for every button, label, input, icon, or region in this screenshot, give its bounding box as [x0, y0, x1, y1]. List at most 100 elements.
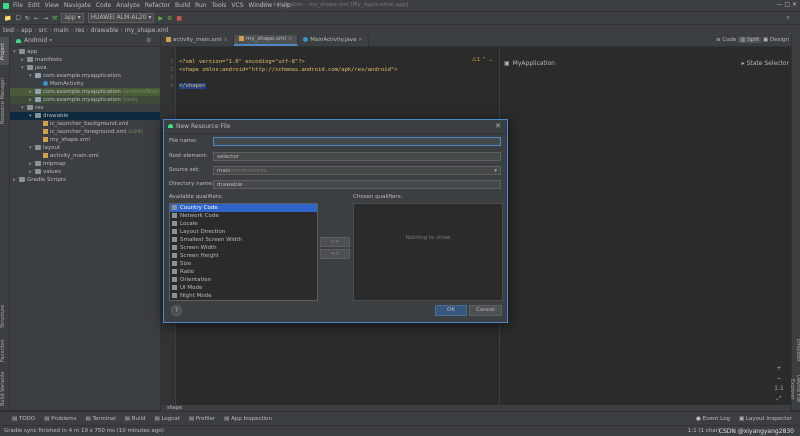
qualifier-item[interactable]: Smallest Screen Width — [170, 236, 317, 244]
qualifier-item[interactable]: Night Mode — [170, 292, 317, 300]
menu-code[interactable]: Code — [96, 2, 111, 9]
qualifier-item[interactable]: Screen Height — [170, 252, 317, 260]
zoom-out-icon[interactable]: − — [773, 374, 785, 384]
save-icon[interactable]: ☐ — [15, 15, 20, 22]
sync-icon[interactable]: ↻ — [25, 15, 30, 22]
debug-icon[interactable]: ⚙ — [167, 15, 172, 22]
add-qualifier-button[interactable]: >> — [320, 237, 350, 247]
tree-item[interactable]: MainActivity — [10, 80, 160, 88]
qualifier-item[interactable]: Country Code — [170, 204, 317, 212]
chosen-qualifiers-list[interactable]: Nothing to show — [353, 203, 503, 301]
view-mode-code[interactable]: ≡ Code — [716, 37, 736, 43]
forward-icon[interactable]: → — [43, 15, 48, 22]
cancel-button[interactable]: Cancel — [469, 305, 502, 316]
editor-tab[interactable]: activity_main.xml × — [161, 35, 235, 46]
breadcrumb-item[interactable]: main — [54, 27, 69, 34]
tree-item[interactable]: ▸ manifests — [10, 56, 160, 64]
root-element-input[interactable]: selector — [213, 152, 501, 161]
window-controls[interactable]: — □ ✕ — [776, 1, 797, 8]
close-icon[interactable]: ✕ — [495, 120, 501, 133]
tree-item[interactable]: ▾ drawable — [10, 112, 160, 120]
tree-item[interactable]: ▾ layout — [10, 144, 160, 152]
bottom-tab-app-inspection[interactable]: ▤ App Inspection — [224, 416, 272, 422]
menu-vcs[interactable]: VCS — [231, 2, 243, 9]
qualifier-item[interactable]: UI Mode — [170, 284, 317, 292]
tool-tab-emulator[interactable]: Emulator — [792, 335, 800, 365]
tree-item[interactable]: ic_launcher_background.xml — [10, 120, 160, 128]
bottom-tab-build[interactable]: ▤ Build — [125, 416, 146, 422]
breadcrumb-item[interactable]: app — [21, 27, 32, 34]
tree-item[interactable]: ▸ com.example.myapplication (androidTest) — [10, 88, 160, 96]
tree-item[interactable]: ▸ com.example.myapplication (test) — [10, 96, 160, 104]
menu-run[interactable]: Run — [195, 2, 207, 9]
menu-edit[interactable]: Edit — [28, 2, 40, 9]
bottom-tab-logcat[interactable]: ▤ Logcat — [155, 416, 180, 422]
tree-item[interactable]: ic_launcher_foreground.xml (v24) — [10, 128, 160, 136]
file-name-input[interactable] — [213, 137, 501, 146]
bottom-tab-problems[interactable]: ▤ Problems — [44, 416, 76, 422]
qualifier-item[interactable]: Ratio — [170, 268, 317, 276]
menu-file[interactable]: File — [13, 2, 23, 9]
tree-item[interactable]: ▸ mipmap — [10, 160, 160, 168]
bottom-tab-terminal[interactable]: ▤ Terminal — [86, 416, 116, 422]
close-icon[interactable]: × — [286, 36, 293, 42]
project-view-select[interactable]: Android ▾ ⚙ — [10, 35, 160, 47]
menu-refactor[interactable]: Refactor — [145, 2, 170, 9]
breadcrumb-item[interactable]: test — [3, 27, 15, 34]
qualifier-item[interactable]: Screen Width — [170, 244, 317, 252]
zoom-reset-icon[interactable]: 1:1 — [773, 384, 785, 394]
view-mode-design[interactable]: ▣ Design — [763, 37, 789, 43]
close-icon[interactable]: × — [222, 37, 228, 43]
tree-item[interactable]: ▾ app — [10, 48, 160, 56]
qualifier-item[interactable]: Size — [170, 260, 317, 268]
bottom-tab-todo[interactable]: ▤ TODO — [12, 416, 35, 422]
run-config-select[interactable]: app ▾ — [61, 13, 84, 23]
event-log-tab[interactable]: ● Event Log — [696, 416, 730, 422]
menu-tools[interactable]: Tools — [212, 2, 227, 9]
qualifier-item[interactable]: Orientation — [170, 276, 317, 284]
help-button[interactable]: ? — [171, 305, 182, 316]
tree-item[interactable]: ▾ java — [10, 64, 160, 72]
tool-tab-device-file-explorer[interactable]: Device File Explorer — [789, 369, 800, 409]
tool-tab-project[interactable]: Project — [0, 37, 9, 65]
available-qualifiers-list[interactable]: Country Code Network Code Locale Layout Dir… — [169, 203, 318, 301]
menu-view[interactable]: View — [45, 2, 59, 9]
directory-name-input[interactable]: drawable — [213, 180, 501, 189]
run-icon[interactable]: ▶ — [158, 15, 163, 22]
breadcrumb-item[interactable]: my_shape.xml — [125, 27, 168, 34]
menu-build[interactable]: Build — [175, 2, 190, 9]
fit-screen-icon[interactable]: ⤢ — [773, 394, 785, 404]
stop-icon[interactable]: ■ — [176, 15, 182, 22]
remove-qualifier-button[interactable]: << — [320, 249, 350, 259]
menu-analyze[interactable]: Analyze — [116, 2, 140, 9]
back-icon[interactable]: ← — [34, 15, 39, 22]
tree-item[interactable]: ▾ com.example.myapplication — [10, 72, 160, 80]
tool-tab-resource-manager[interactable]: Resource Manager — [0, 71, 9, 131]
qualifier-item[interactable]: Layout Direction — [170, 228, 317, 236]
breadcrumb-item[interactable]: src — [39, 27, 48, 34]
source-set-select[interactable]: main src/main/res ▾ — [213, 166, 501, 175]
tree-item[interactable]: activity_main.xml — [10, 152, 160, 160]
open-folder-icon[interactable]: 📁 — [4, 15, 11, 22]
bottom-tab-profiler[interactable]: ▤ Profiler — [189, 416, 215, 422]
breadcrumb-item[interactable]: res — [75, 27, 84, 34]
tree-item[interactable]: ▸ values — [10, 168, 160, 176]
search-icon[interactable]: ⌕ — [787, 14, 790, 22]
editor-tab[interactable]: my_shape.xml × — [234, 35, 299, 46]
tool-tab-structure[interactable]: Structure — [0, 300, 9, 332]
layout-inspector-tab[interactable]: ▣ Layout Inspector — [739, 416, 792, 422]
ok-button[interactable]: OK — [435, 305, 467, 316]
gear-icon[interactable]: ⚙ — [146, 37, 151, 44]
qualifier-item[interactable]: Locale — [170, 220, 317, 228]
device-select[interactable]: HUAWEI ALM-AL20 ▾ — [87, 13, 155, 23]
qualifier-item[interactable]: Network Code — [170, 212, 317, 220]
breadcrumb-item[interactable]: drawable — [91, 27, 119, 34]
close-icon[interactable]: × — [356, 37, 363, 43]
menu-navigate[interactable]: Navigate — [64, 2, 91, 9]
warning-indicator[interactable]: ⚠1 ⌃ ⌄ — [472, 57, 493, 63]
tree-item[interactable]: ▸ Gradle Scripts — [10, 176, 160, 184]
hammer-icon[interactable]: ⚒ — [52, 15, 57, 22]
tree-item[interactable]: my_shape.xml — [10, 136, 160, 144]
zoom-in-icon[interactable]: + — [773, 364, 785, 374]
tool-tab-favorites[interactable]: Favorites — [0, 335, 9, 367]
